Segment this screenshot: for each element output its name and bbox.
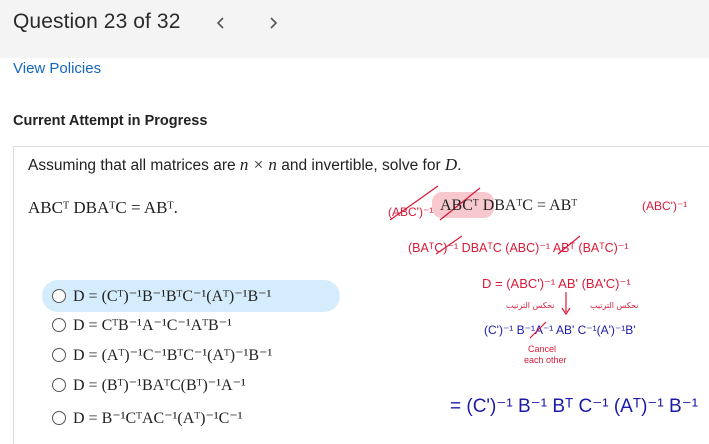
- annotation-arabic-right: نحكس الترتيب: [590, 301, 639, 310]
- answer-option-1[interactable]: D = (Cᵀ)⁻¹B⁻¹BᵀC⁻¹(Aᵀ)⁻¹B⁻¹: [42, 280, 340, 312]
- annotation-line4: (C')⁻¹ B⁻¹A⁻¹ AB' C⁻¹(A')⁻¹B': [484, 323, 636, 337]
- radio-button-icon[interactable]: [52, 378, 66, 392]
- chevron-left-icon: [216, 17, 224, 29]
- annotation-line1-equation: ABCᵀ DBAᵀC = ABᵀ: [440, 197, 577, 214]
- annotation-result: = (C')⁻¹ B⁻¹ Bᵀ C⁻¹ (Aᵀ)⁻¹ B⁻¹: [450, 396, 698, 417]
- radio-button-icon[interactable]: [52, 411, 66, 425]
- attempt-status-heading: Current Attempt in Progress: [13, 113, 208, 129]
- question-equation: ABCᵀ DBAᵀC = ABᵀ.: [28, 198, 178, 217]
- prompt-text-middle: and invertible, solve for: [276, 157, 445, 174]
- chevron-right-icon: [270, 17, 278, 29]
- annotation-line1-right: (ABC')⁻¹: [642, 199, 687, 213]
- prompt-matrix-size: n × n: [239, 155, 277, 174]
- question-header: Question 23 of 32: [0, 0, 709, 58]
- prompt-text-start: Assuming that all matrices are: [28, 157, 240, 174]
- answer-option-text: D = B⁻¹CᵀAC⁻¹(Aᵀ)⁻¹C⁻¹: [73, 410, 243, 427]
- answer-option-4[interactable]: D = (Bᵀ)⁻¹BAᵀC(Bᵀ)⁻¹A⁻¹: [42, 369, 260, 401]
- view-policies-link[interactable]: View Policies: [13, 60, 101, 77]
- answer-option-text: D = (Bᵀ)⁻¹BAᵀC(Bᵀ)⁻¹A⁻¹: [73, 377, 246, 394]
- annotation-cancel-note-2: each other: [524, 355, 567, 365]
- question-prompt: Assuming that all matrices are n × n and…: [28, 155, 462, 175]
- answer-option-2[interactable]: D = CᵀB⁻¹A⁻¹C⁻¹AᵀB⁻¹: [42, 309, 246, 341]
- prompt-text-end: .: [457, 157, 462, 174]
- annotation-line3: D = (ABC')⁻¹ AB' (BA'C)⁻¹: [482, 276, 631, 291]
- prompt-variable: D: [444, 155, 458, 174]
- answer-option-text: D = (Aᵀ)⁻¹C⁻¹BᵀC⁻¹(Aᵀ)⁻¹B⁻¹: [73, 347, 273, 364]
- annotation-arabic-left: نحكس الترتيب: [506, 301, 555, 310]
- annotation-cancel-note-1: Cancel: [528, 344, 556, 354]
- handwritten-annotations: (ABC')⁻¹ ABCᵀ DBAᵀC = ABᵀ (ABC')⁻¹ (BAᵀC…: [388, 185, 698, 417]
- radio-button-icon[interactable]: [52, 318, 66, 332]
- answer-option-text: D = CᵀB⁻¹A⁻¹C⁻¹AᵀB⁻¹: [73, 317, 232, 334]
- answer-option-3[interactable]: D = (Aᵀ)⁻¹C⁻¹BᵀC⁻¹(Aᵀ)⁻¹B⁻¹: [42, 339, 286, 371]
- answer-option-5[interactable]: D = B⁻¹CᵀAC⁻¹(Aᵀ)⁻¹C⁻¹: [42, 402, 257, 434]
- radio-button-icon[interactable]: [52, 289, 66, 303]
- previous-question-button[interactable]: [210, 12, 232, 34]
- annotation-line1-left: (ABC')⁻¹: [388, 205, 433, 219]
- answer-option-text: D = (Cᵀ)⁻¹B⁻¹BᵀC⁻¹(Aᵀ)⁻¹B⁻¹: [73, 288, 272, 305]
- annotation-line2: (BAᵀC)⁻¹ DBAᵀC (ABC)⁻¹ ABᵀ (BAᵀC)⁻¹: [408, 241, 629, 255]
- radio-button-icon[interactable]: [52, 348, 66, 362]
- next-question-button[interactable]: [262, 12, 284, 34]
- question-counter: Question 23 of 32: [13, 10, 181, 33]
